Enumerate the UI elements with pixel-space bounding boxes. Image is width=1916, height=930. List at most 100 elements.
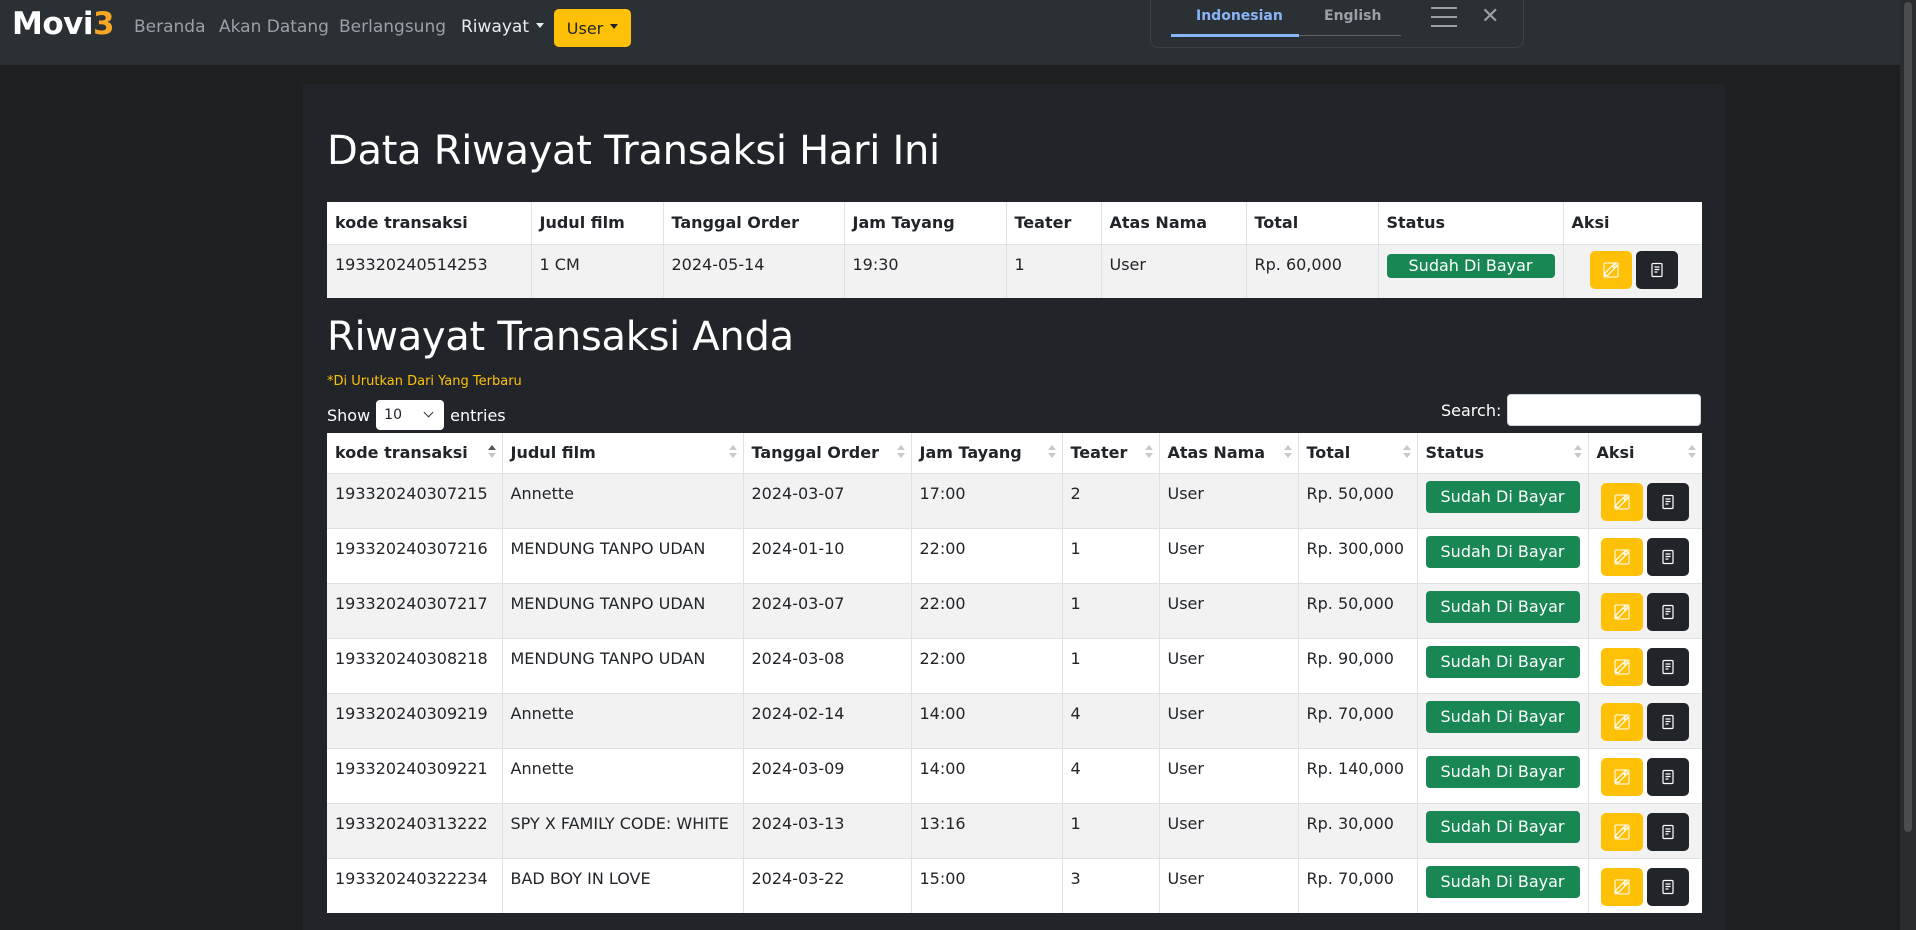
entries-select[interactable]: 10	[376, 400, 445, 430]
entries-control: Show 10 entries	[327, 400, 506, 430]
col-judul-film[interactable]: Judul film	[502, 433, 744, 473]
brand-logo[interactable]: Movi3	[12, 6, 115, 42]
page-scrollbar[interactable]	[1900, 0, 1916, 930]
language-switcher: Indonesian English ✕	[1150, 0, 1524, 48]
col-status[interactable]: Status	[1417, 433, 1589, 473]
cell-atas-nama: User	[1159, 527, 1299, 583]
col-total[interactable]: Total	[1298, 433, 1418, 473]
receipt-icon	[1661, 604, 1674, 619]
cell-jam: 15:00	[911, 857, 1063, 913]
col-judul-film: Judul film	[531, 202, 664, 244]
receipt-icon	[1650, 262, 1663, 277]
edit-icon	[1614, 824, 1629, 839]
nav-akan-datang[interactable]: Akan Datang	[219, 17, 329, 37]
edit-button[interactable]	[1600, 812, 1643, 851]
cell-tanggal: 2024-03-08	[743, 637, 912, 693]
lang-tab-indonesian[interactable]: Indonesian	[1196, 8, 1283, 24]
sort-icon	[1047, 445, 1056, 461]
menu-icon[interactable]	[1431, 7, 1457, 27]
cell-judul: 1 CM	[531, 243, 664, 298]
col-teater[interactable]: Teater	[1062, 433, 1160, 473]
lang-tab-english[interactable]: English	[1324, 8, 1381, 24]
cell-tanggal: 2024-03-09	[743, 747, 912, 803]
receipt-icon	[1661, 769, 1674, 784]
col-aksi[interactable]: Aksi	[1588, 433, 1702, 473]
sort-icon	[728, 445, 737, 461]
edit-button[interactable]	[1589, 250, 1632, 289]
receipt-button[interactable]	[1646, 592, 1689, 631]
receipt-button[interactable]	[1646, 482, 1689, 521]
edit-button[interactable]	[1600, 867, 1643, 906]
status-badge: Sudah Di Bayar	[1425, 755, 1580, 788]
cell-teater: 4	[1062, 747, 1160, 803]
receipt-button[interactable]	[1646, 537, 1689, 576]
cell-teater: 1	[1062, 637, 1160, 693]
receipt-button[interactable]	[1635, 250, 1678, 289]
cell-judul: SPY X FAMILY CODE: WHITE	[502, 802, 744, 858]
cell-jam: 22:00	[911, 527, 1063, 583]
receipt-button[interactable]	[1646, 867, 1689, 906]
sort-icon	[1144, 445, 1153, 461]
receipt-button[interactable]	[1646, 812, 1689, 851]
close-icon[interactable]: ✕	[1481, 4, 1499, 29]
receipt-icon	[1661, 824, 1674, 839]
col-tanggal-order[interactable]: Tanggal Order	[743, 433, 912, 473]
chevron-down-icon	[423, 407, 434, 418]
cell-teater: 1	[1062, 802, 1160, 858]
cell-kode: 193320240514253	[327, 243, 532, 298]
table-row: 193320240313222 SPY X FAMILY CODE: WHITE 2…	[327, 802, 1702, 858]
cell-atas-nama: User	[1159, 747, 1299, 803]
scrollbar-thumb[interactable]	[1904, 2, 1912, 832]
edit-button[interactable]	[1600, 537, 1643, 576]
cell-jam: 19:30	[844, 243, 1007, 298]
edit-button[interactable]	[1600, 647, 1643, 686]
history-table: kode transaksi Judul film Tanggal Order …	[327, 433, 1702, 913]
cell-jam: 17:00	[911, 472, 1063, 528]
cell-total: Rp. 30,000	[1298, 802, 1418, 858]
cell-status: Sudah Di Bayar	[1417, 582, 1589, 638]
edit-button[interactable]	[1600, 702, 1643, 741]
edit-button[interactable]	[1600, 757, 1643, 796]
receipt-icon	[1661, 494, 1674, 509]
cell-kode: 193320240309219	[327, 692, 503, 748]
edit-button[interactable]	[1600, 482, 1643, 521]
user-dropdown-button[interactable]: User	[554, 9, 631, 47]
table-row: 193320240307216 MENDUNG TANPO UDAN 2024-01…	[327, 527, 1702, 583]
today-title: Data Riwayat Transaksi Hari Ini	[327, 128, 940, 174]
edit-button[interactable]	[1600, 592, 1643, 631]
receipt-icon	[1661, 879, 1674, 894]
sort-icon	[1688, 445, 1696, 461]
cell-aksi	[1588, 857, 1702, 913]
nav-beranda[interactable]: Beranda	[134, 17, 206, 37]
cell-aksi	[1588, 527, 1702, 583]
cell-teater: 4	[1062, 692, 1160, 748]
table-row: 193320240309219 Annette 2024-02-14 14:00 4 Us…	[327, 692, 1702, 748]
receipt-button[interactable]	[1646, 647, 1689, 686]
sort-note: *Di Urutkan Dari Yang Terbaru	[327, 374, 522, 389]
cell-aksi	[1588, 802, 1702, 858]
status-badge: Sudah Di Bayar	[1425, 590, 1580, 623]
cell-kode: 193320240307216	[327, 527, 503, 583]
table-row: 193320240309221 Annette 2024-03-09 14:00 4 Us…	[327, 747, 1702, 803]
nav-berlangsung[interactable]: Berlangsung	[339, 17, 446, 37]
col-kode-transaksi: kode transaksi	[327, 202, 532, 244]
col-jam-tayang[interactable]: Jam Tayang	[911, 433, 1063, 473]
table-row: 193320240322234 BAD BOY IN LOVE 2024-03-22…	[327, 857, 1702, 913]
edit-icon	[1614, 659, 1629, 674]
receipt-button[interactable]	[1646, 757, 1689, 796]
sort-asc-icon	[487, 445, 496, 461]
table-row: 193320240307217 MENDUNG TANPO UDAN 2024-03…	[327, 582, 1702, 638]
nav-riwayat-dropdown[interactable]: Riwayat	[461, 17, 544, 37]
search-input[interactable]	[1507, 394, 1702, 426]
receipt-icon	[1661, 659, 1674, 674]
col-atas-nama: Atas Nama	[1101, 202, 1247, 244]
col-atas-nama[interactable]: Atas Nama	[1159, 433, 1299, 473]
col-total: Total	[1246, 202, 1379, 244]
col-kode-transaksi[interactable]: kode transaksi	[327, 433, 503, 473]
lang-active-indicator	[1171, 34, 1299, 37]
table-row: 193320240308218 MENDUNG TANPO UDAN 2024-03…	[327, 637, 1702, 693]
cell-atas-nama: User	[1159, 802, 1299, 858]
receipt-button[interactable]	[1646, 702, 1689, 741]
show-label: Show	[327, 405, 371, 425]
cell-atas-nama: User	[1101, 243, 1247, 298]
